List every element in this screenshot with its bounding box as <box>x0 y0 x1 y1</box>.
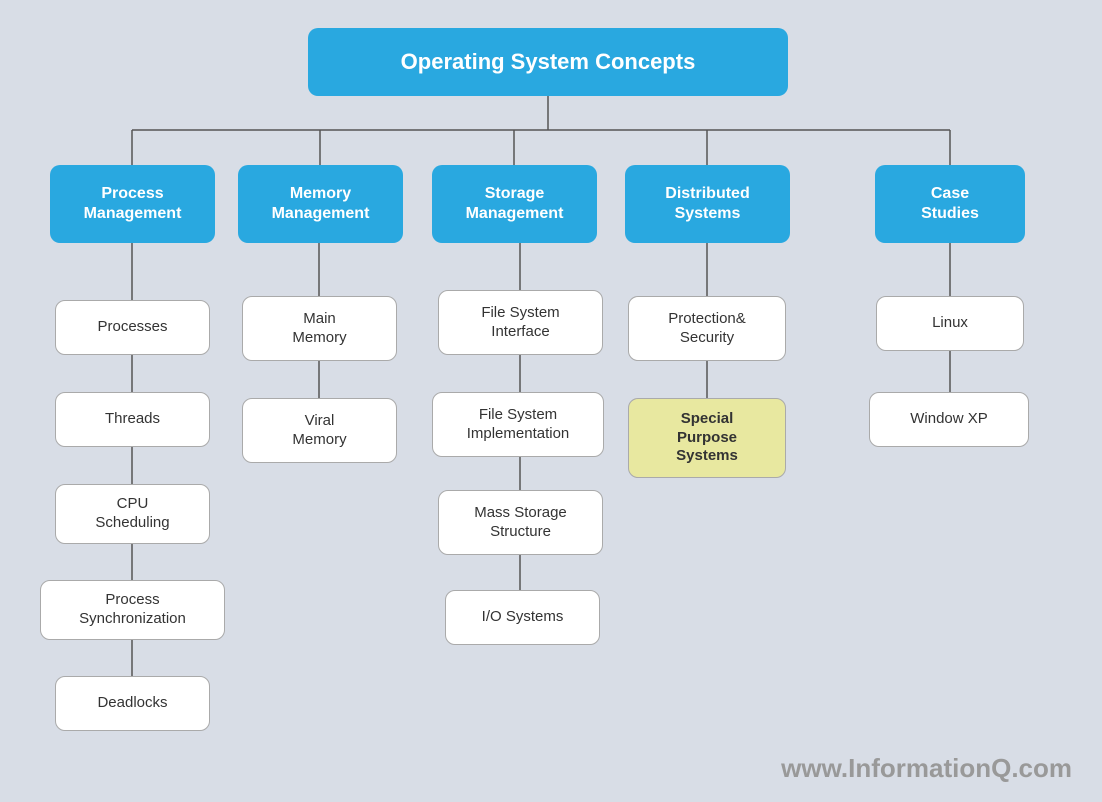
linux-node: Linux <box>876 296 1024 351</box>
process-management-node: Process Management <box>50 165 215 243</box>
deadlocks-node: Deadlocks <box>55 676 210 731</box>
fs-implementation-node: File System Implementation <box>432 392 604 457</box>
distributed-systems-node: Distributed Systems <box>625 165 790 243</box>
process-synchronization-node: Process Synchronization <box>40 580 225 640</box>
case-studies-node: Case Studies <box>875 165 1025 243</box>
io-systems-node: I/O Systems <box>445 590 600 645</box>
diagram-container: Operating System Concepts Process Manage… <box>0 0 1102 802</box>
watermark: www.InformationQ.com <box>781 753 1072 784</box>
main-memory-node: Main Memory <box>242 296 397 361</box>
mass-storage-node: Mass Storage Structure <box>438 490 603 555</box>
root-node: Operating System Concepts <box>308 28 788 96</box>
threads-node: Threads <box>55 392 210 447</box>
window-xp-node: Window XP <box>869 392 1029 447</box>
cpu-scheduling-node: CPU Scheduling <box>55 484 210 544</box>
protection-security-node: Protection& Security <box>628 296 786 361</box>
viral-memory-node: Viral Memory <box>242 398 397 463</box>
processes-node: Processes <box>55 300 210 355</box>
special-purpose-systems-node: Special Purpose Systems <box>628 398 786 478</box>
memory-management-node: Memory Management <box>238 165 403 243</box>
fs-interface-node: File System Interface <box>438 290 603 355</box>
storage-management-node: Storage Management <box>432 165 597 243</box>
